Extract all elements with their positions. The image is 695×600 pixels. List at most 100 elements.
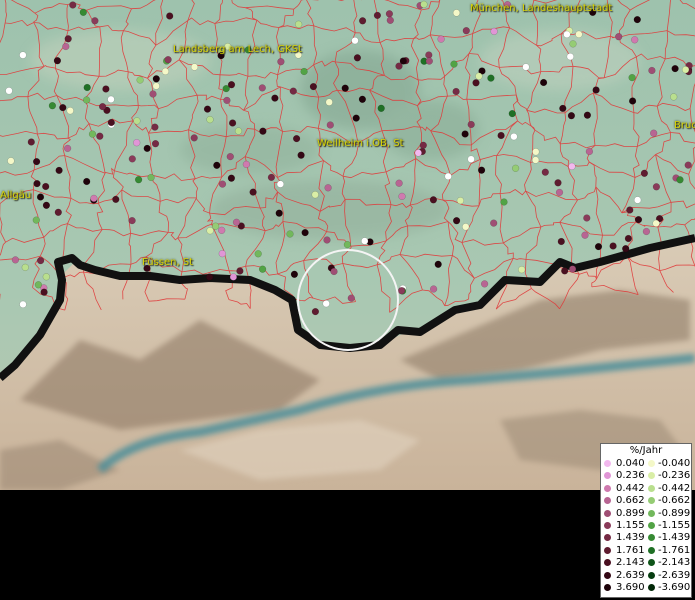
station-point[interactable] <box>358 17 367 25</box>
station-point[interactable] <box>609 242 617 250</box>
station-point[interactable] <box>91 17 99 25</box>
station-point[interactable] <box>63 144 72 153</box>
station-point[interactable] <box>309 82 318 91</box>
station-point[interactable] <box>133 139 141 147</box>
station-point[interactable] <box>19 300 27 309</box>
station-point[interactable] <box>583 111 592 119</box>
station-point[interactable] <box>166 12 174 20</box>
station-point[interactable] <box>42 182 50 191</box>
station-point[interactable] <box>36 193 45 201</box>
station-point[interactable] <box>361 237 369 245</box>
station-point[interactable] <box>633 15 641 24</box>
station-point[interactable] <box>223 96 231 105</box>
station-point[interactable] <box>83 83 91 92</box>
station-point[interactable] <box>397 287 406 295</box>
station-point[interactable] <box>429 196 438 204</box>
station-point[interactable] <box>477 166 486 174</box>
station-point[interactable] <box>64 35 72 43</box>
station-point[interactable] <box>267 173 276 182</box>
station-point[interactable] <box>128 155 136 163</box>
station-point[interactable] <box>324 184 332 192</box>
station-point[interactable] <box>398 192 406 201</box>
station-point[interactable] <box>684 161 692 169</box>
station-point[interactable] <box>626 206 634 214</box>
station-point[interactable] <box>48 102 57 110</box>
station-point[interactable] <box>386 16 394 24</box>
station-point[interactable] <box>559 104 567 113</box>
station-point[interactable] <box>531 156 540 164</box>
station-point[interactable] <box>341 84 349 92</box>
station-point[interactable] <box>289 87 297 95</box>
station-point[interactable] <box>555 188 564 197</box>
station-point[interactable] <box>480 280 489 288</box>
station-point[interactable] <box>353 54 362 62</box>
station-point[interactable] <box>203 105 212 113</box>
station-point[interactable] <box>254 250 262 258</box>
station-point[interactable] <box>671 64 679 73</box>
station-point[interactable] <box>294 20 303 28</box>
station-point[interactable] <box>377 104 385 112</box>
station-point[interactable] <box>311 191 319 199</box>
station-point[interactable] <box>213 161 221 169</box>
station-point[interactable] <box>90 194 98 203</box>
station-point[interactable] <box>456 196 465 205</box>
station-point[interactable] <box>452 87 460 96</box>
station-point[interactable] <box>434 260 442 268</box>
station-point[interactable] <box>54 208 62 216</box>
station-point[interactable] <box>467 155 475 163</box>
station-point[interactable] <box>615 33 623 41</box>
station-point[interactable] <box>385 10 394 18</box>
station-point[interactable] <box>581 231 589 239</box>
station-point[interactable] <box>190 134 198 142</box>
station-point[interactable] <box>583 214 591 222</box>
station-point[interactable] <box>82 96 91 104</box>
station-point[interactable] <box>511 164 520 172</box>
station-point[interactable] <box>134 176 143 184</box>
station-point[interactable] <box>286 230 294 238</box>
station-point[interactable] <box>19 51 27 59</box>
station-point[interactable] <box>33 179 41 188</box>
station-point[interactable] <box>147 173 155 182</box>
station-point[interactable] <box>681 66 690 74</box>
station-point[interactable] <box>151 140 160 148</box>
station-point[interactable] <box>21 263 29 272</box>
station-point[interactable] <box>670 93 678 101</box>
station-point[interactable] <box>190 63 199 71</box>
station-point[interactable] <box>566 52 574 61</box>
station-point[interactable] <box>297 151 305 159</box>
station-point[interactable] <box>450 60 458 68</box>
station-point[interactable] <box>634 215 643 224</box>
station-point[interactable] <box>53 57 62 65</box>
station-point[interactable] <box>419 141 427 149</box>
station-point[interactable] <box>218 249 226 258</box>
station-point[interactable] <box>229 273 238 281</box>
station-point[interactable] <box>420 0 428 9</box>
station-point[interactable] <box>228 119 237 127</box>
station-point[interactable] <box>518 265 526 274</box>
station-point[interactable] <box>497 131 505 140</box>
station-point[interactable] <box>242 160 251 169</box>
station-point[interactable] <box>395 179 403 187</box>
station-point[interactable] <box>151 123 159 131</box>
station-point[interactable] <box>206 227 214 235</box>
station-point[interactable] <box>568 162 576 171</box>
station-point[interactable] <box>11 256 20 264</box>
station-point[interactable] <box>5 87 13 95</box>
station-point[interactable] <box>351 36 359 45</box>
station-point[interactable] <box>487 74 495 82</box>
station-point[interactable] <box>462 27 470 35</box>
station-point[interactable] <box>467 120 475 129</box>
station-point[interactable] <box>227 81 236 89</box>
station-point[interactable] <box>107 95 115 104</box>
station-point[interactable] <box>27 138 35 146</box>
station-point[interactable] <box>358 95 367 103</box>
station-point[interactable] <box>508 109 516 118</box>
station-point[interactable] <box>325 98 333 106</box>
station-point[interactable] <box>633 196 642 204</box>
station-point[interactable] <box>532 148 540 156</box>
station-point[interactable] <box>373 11 382 20</box>
station-point[interactable] <box>437 35 445 43</box>
station-point[interactable] <box>561 267 569 275</box>
station-point[interactable] <box>40 288 48 296</box>
station-point[interactable] <box>32 216 40 224</box>
